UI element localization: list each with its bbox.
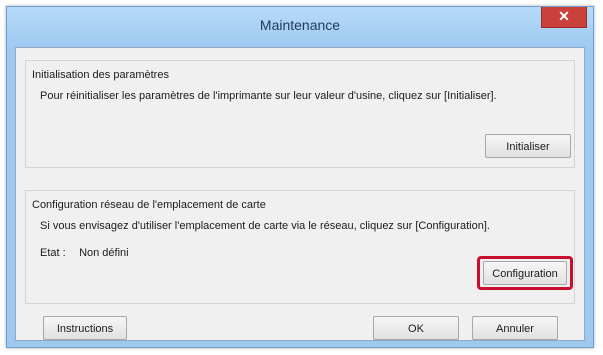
configuration-highlight: Configuration (477, 256, 573, 290)
title-bar[interactable]: Maintenance ✕ (7, 7, 593, 47)
dialog-body: Initialisation des paramètres Pour réini… (15, 47, 585, 341)
initialization-description: Pour réinitialiser les paramètres de l'i… (40, 90, 497, 102)
maintenance-dialog: Maintenance ✕ Initialisation des paramèt… (6, 6, 594, 348)
instructions-button[interactable]: Instructions (43, 316, 127, 340)
card-slot-group-title: Configuration réseau de l'emplacement de… (32, 199, 266, 211)
close-icon: ✕ (558, 8, 570, 24)
state-label: Etat : (40, 247, 66, 259)
card-slot-network-group: Configuration réseau de l'emplacement de… (25, 190, 575, 304)
state-value: Non défini (79, 247, 129, 259)
dialog-title: Maintenance (259, 17, 341, 33)
initialization-group-title: Initialisation des paramètres (32, 69, 169, 81)
close-button[interactable]: ✕ (541, 7, 587, 28)
configuration-button[interactable]: Configuration (483, 261, 567, 285)
cancel-button[interactable]: Annuler (472, 316, 558, 340)
card-slot-description: Si vous envisagez d'utiliser l'emplaceme… (40, 220, 490, 232)
ok-button[interactable]: OK (373, 316, 459, 340)
state-row: Etat : Non défini (40, 247, 129, 259)
initialize-button[interactable]: Initialiser (485, 134, 571, 158)
initialization-group: Initialisation des paramètres Pour réini… (25, 60, 575, 168)
